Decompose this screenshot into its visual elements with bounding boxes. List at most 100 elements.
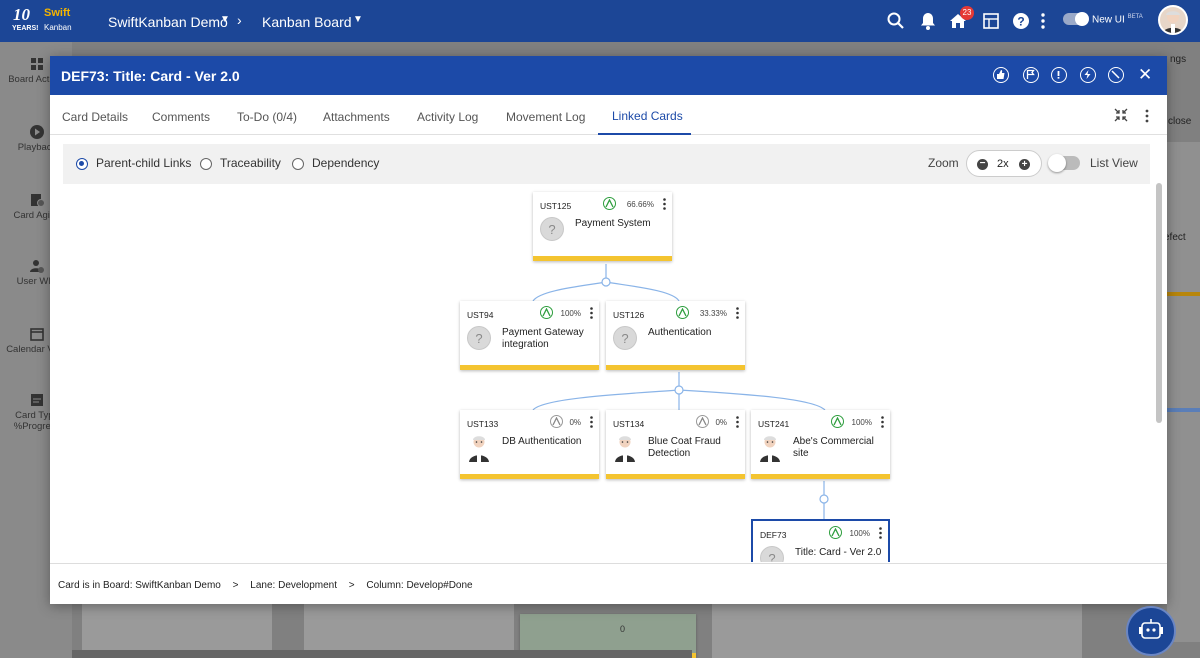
- card-title: Payment System: [575, 218, 651, 229]
- bolt-icon[interactable]: [1080, 67, 1096, 83]
- vertical-scrollbar[interactable]: [1156, 183, 1162, 423]
- zoom-label: Zoom: [928, 156, 959, 170]
- radio-dependency-label[interactable]: Dependency: [312, 156, 379, 170]
- new-ui-toggle[interactable]: [1063, 12, 1089, 26]
- unassigned-avatar-icon: ?: [760, 546, 784, 562]
- board-column: [712, 602, 1082, 658]
- horizontal-scrollbar[interactable]: [72, 650, 692, 658]
- zoom-out-icon[interactable]: −: [977, 159, 988, 170]
- swiftkanban-logo[interactable]: 10 YEARS! Swift Kanban: [10, 5, 76, 37]
- card-location-breadcrumb: Card is in Board: SwiftKanban Demo > Lan…: [58, 580, 473, 591]
- card-id[interactable]: UST125: [540, 201, 571, 211]
- connector-line: [605, 281, 680, 302]
- connector-line: [532, 281, 607, 302]
- tab-linked-cards[interactable]: Linked Cards: [612, 109, 683, 123]
- connector-line: [532, 389, 680, 411]
- progress-icon: [829, 526, 842, 539]
- radio-traceability[interactable]: [200, 158, 212, 170]
- svg-text:?: ?: [1017, 15, 1024, 29]
- progress-percent: 66.66%: [626, 200, 654, 209]
- chatbot-button[interactable]: [1126, 606, 1176, 656]
- list-view-label: List View: [1090, 156, 1138, 170]
- close-icon[interactable]: ✕: [1138, 66, 1152, 83]
- progress-icon: [603, 197, 616, 210]
- bell-icon[interactable]: [918, 11, 938, 31]
- radio-parent-child[interactable]: [76, 158, 88, 170]
- linked-card-current[interactable]: DEF73 100%? Title: Card - Ver 2.0: [751, 519, 890, 562]
- list-view-toggle[interactable]: [1048, 154, 1080, 172]
- card-id[interactable]: UST126: [613, 310, 644, 320]
- alert-icon[interactable]: [1051, 67, 1067, 83]
- footer-lane: Development: [278, 580, 338, 591]
- tab-activity-log[interactable]: Activity Log: [417, 110, 478, 124]
- more-vertical-icon[interactable]: [1038, 11, 1048, 31]
- modal-title: DEF73: Title: Card - Ver 2.0: [61, 68, 240, 84]
- logo-years: YEARS!: [12, 25, 39, 32]
- background-text: ngs: [1170, 54, 1187, 65]
- link-type-toolbar: Parent-child Links Traceability Dependen…: [63, 144, 1150, 184]
- radio-traceability-label[interactable]: Traceability: [220, 156, 281, 170]
- card-menu-icon[interactable]: [881, 416, 884, 428]
- card-id[interactable]: UST241: [758, 419, 789, 429]
- collapse-icon[interactable]: [1114, 108, 1128, 122]
- help-icon[interactable]: ?: [1011, 11, 1031, 31]
- beta-tag: BETA: [1127, 14, 1143, 20]
- tab-attachments[interactable]: Attachments: [323, 110, 390, 124]
- card-type-icon: [31, 394, 43, 406]
- tab-movement-log[interactable]: Movement Log: [506, 110, 585, 124]
- card-menu-icon[interactable]: [590, 416, 593, 428]
- assignee-avatar-icon: [615, 436, 635, 462]
- assignee-avatar-icon: [760, 436, 780, 462]
- logo-swift: Swift: [44, 7, 71, 19]
- zoom-in-icon[interactable]: +: [1019, 159, 1030, 170]
- calendar-icon: [30, 328, 44, 341]
- card-title: Title: Card - Ver 2.0: [795, 547, 882, 558]
- footer-separator: >: [232, 580, 239, 591]
- progress-icon: [540, 306, 553, 319]
- card-id[interactable]: DEF73: [760, 530, 786, 540]
- toggle-knob: [1075, 12, 1089, 26]
- user-avatar[interactable]: [1158, 5, 1188, 35]
- card-menu-icon[interactable]: [736, 416, 739, 428]
- card-menu-icon[interactable]: [663, 198, 666, 210]
- linked-card[interactable]: UST134 0% Blue Coat Fraud Detection: [606, 410, 745, 479]
- chevron-right-icon: ›: [237, 12, 242, 28]
- card-id[interactable]: UST134: [613, 419, 644, 429]
- card-menu-icon[interactable]: [590, 307, 593, 319]
- radio-dependency[interactable]: [292, 158, 304, 170]
- card-title: Authentication: [648, 327, 712, 338]
- view-selector[interactable]: Kanban Board: [262, 14, 352, 30]
- thumbs-up-icon[interactable]: [993, 67, 1009, 83]
- board-selector[interactable]: SwiftKanban Demo: [108, 14, 228, 30]
- card-menu-icon[interactable]: [736, 307, 739, 319]
- linked-card[interactable]: UST125 66.66%? Payment System: [533, 192, 672, 261]
- view-dropdown-caret-icon[interactable]: ▼: [353, 14, 363, 25]
- modal-header: DEF73: Title: Card - Ver 2.0 ✕: [50, 56, 1167, 95]
- unassigned-avatar-icon: ?: [540, 217, 564, 241]
- tab-todo[interactable]: To-Do (0/4): [237, 110, 297, 124]
- connector-node: [819, 494, 829, 504]
- linked-card[interactable]: UST241 100% Abe's Commercial site: [751, 410, 890, 479]
- card-menu-icon[interactable]: [879, 527, 882, 539]
- radio-parent-child-label[interactable]: Parent-child Links: [96, 156, 191, 170]
- linked-card[interactable]: UST126 33.33%? Authentication: [606, 301, 745, 370]
- logo-ten: 10: [13, 5, 30, 24]
- modal-tabs: Card Details Comments To-Do (0/4) Attach…: [50, 95, 1167, 135]
- card-id[interactable]: UST133: [467, 419, 498, 429]
- search-icon[interactable]: [886, 11, 906, 31]
- tab-comments[interactable]: Comments: [152, 110, 210, 124]
- new-ui-label: New UI BETA: [1092, 14, 1143, 25]
- more-vertical-icon[interactable]: [1144, 109, 1150, 123]
- board-dropdown-caret-icon[interactable]: ▼: [220, 14, 230, 25]
- card-id[interactable]: UST94: [467, 310, 493, 320]
- tab-card-details[interactable]: Card Details: [62, 110, 128, 124]
- footer-column-prefix: Column:: [366, 580, 404, 591]
- linked-card[interactable]: UST94 100%? Payment Gateway integration: [460, 301, 599, 370]
- board-list-icon[interactable]: [981, 11, 1001, 31]
- flag-icon[interactable]: [1023, 67, 1039, 83]
- progress-percent: 100%: [560, 309, 581, 318]
- block-icon[interactable]: [1108, 67, 1124, 83]
- footer-column: Develop#Done: [406, 580, 473, 591]
- progress-icon: [550, 415, 563, 428]
- linked-card[interactable]: UST133 0% DB Authentication: [460, 410, 599, 479]
